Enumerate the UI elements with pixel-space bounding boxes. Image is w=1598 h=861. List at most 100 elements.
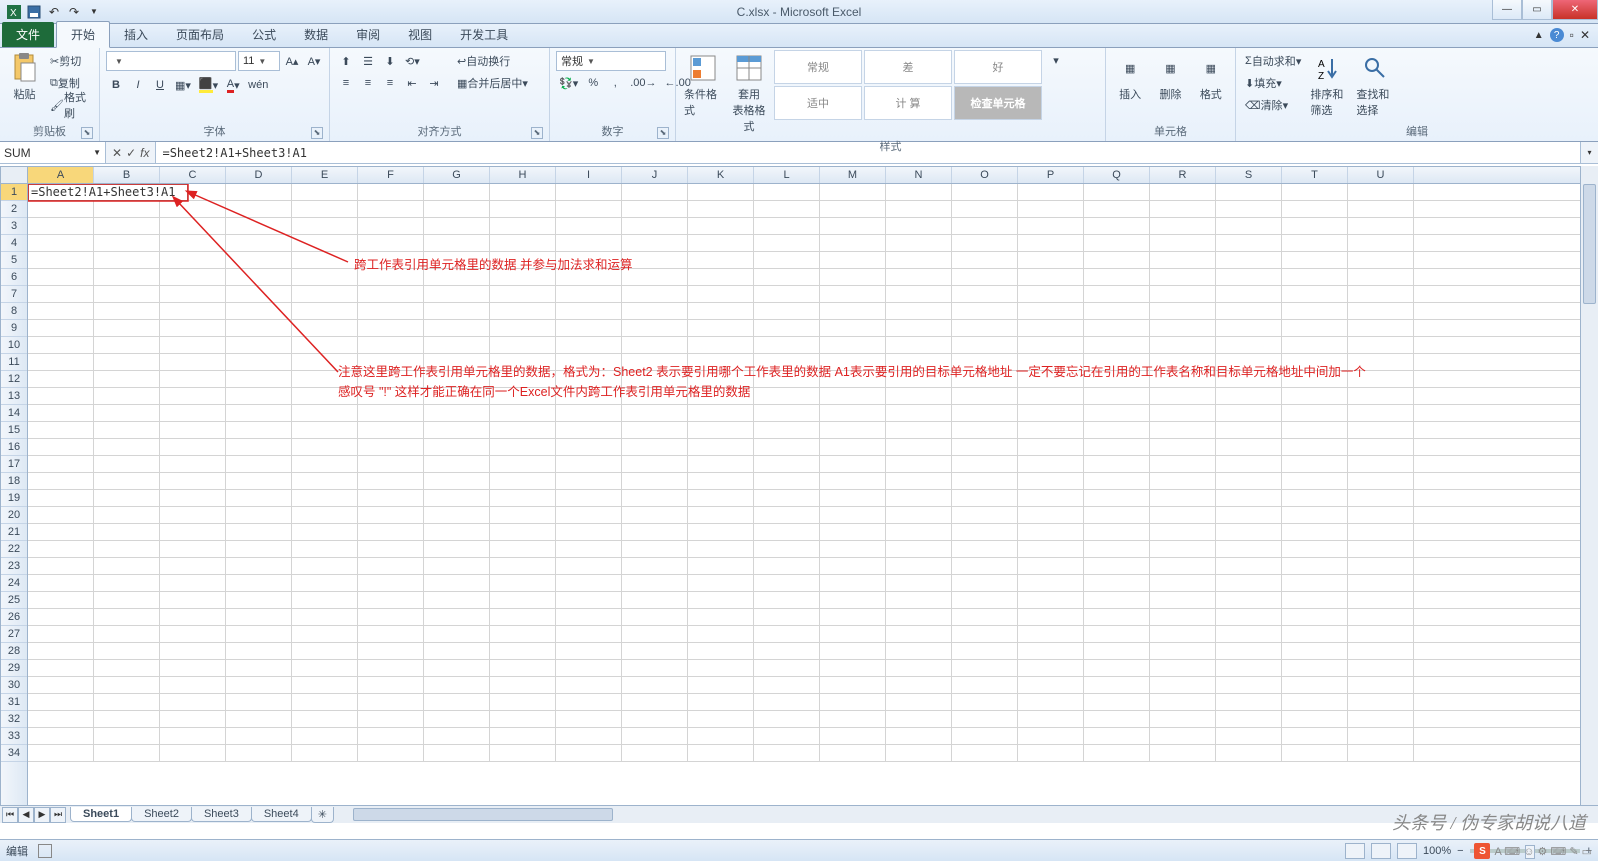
cell[interactable] (1348, 320, 1414, 336)
cell[interactable] (1150, 354, 1216, 370)
cell[interactable] (556, 490, 622, 506)
cell[interactable] (688, 728, 754, 744)
cell[interactable] (1216, 711, 1282, 727)
cell[interactable] (424, 728, 490, 744)
cell[interactable] (1018, 184, 1084, 200)
cell[interactable] (226, 728, 292, 744)
cell[interactable] (28, 541, 94, 557)
cell[interactable] (1348, 184, 1414, 200)
cell[interactable] (952, 269, 1018, 285)
cell[interactable] (622, 592, 688, 608)
cell[interactable] (490, 456, 556, 472)
cell[interactable] (1018, 507, 1084, 523)
cell[interactable] (754, 694, 820, 710)
cell[interactable] (1216, 201, 1282, 217)
cell[interactable] (1216, 235, 1282, 251)
tab-layout[interactable]: 页面布局 (162, 22, 238, 47)
tab-insert[interactable]: 插入 (110, 22, 162, 47)
cell[interactable] (358, 575, 424, 591)
cell[interactable] (424, 320, 490, 336)
cell[interactable] (1282, 609, 1348, 625)
cell[interactable] (1282, 337, 1348, 353)
cell[interactable] (28, 422, 94, 438)
cell[interactable] (688, 371, 754, 387)
cell[interactable] (688, 660, 754, 676)
cell[interactable] (754, 388, 820, 404)
cell[interactable] (754, 677, 820, 693)
cell[interactable] (556, 711, 622, 727)
cell[interactable] (1348, 490, 1414, 506)
cell[interactable] (1216, 558, 1282, 574)
cell[interactable] (1018, 252, 1084, 268)
cell[interactable] (820, 524, 886, 540)
cell[interactable] (1018, 473, 1084, 489)
cell[interactable] (28, 524, 94, 540)
cell[interactable] (490, 473, 556, 489)
cell[interactable] (820, 456, 886, 472)
cell[interactable] (754, 235, 820, 251)
cell[interactable] (424, 541, 490, 557)
cell[interactable] (424, 694, 490, 710)
column-header[interactable]: F (358, 167, 424, 183)
cell[interactable] (424, 405, 490, 421)
cell[interactable] (292, 609, 358, 625)
column-header[interactable]: O (952, 167, 1018, 183)
cell[interactable] (1084, 388, 1150, 404)
cell[interactable] (556, 184, 622, 200)
cell[interactable] (1348, 473, 1414, 489)
align-left-button[interactable]: ≡ (336, 73, 356, 93)
cell[interactable] (688, 677, 754, 693)
cell[interactable] (28, 405, 94, 421)
cell[interactable] (160, 201, 226, 217)
cell[interactable] (490, 354, 556, 370)
row-header[interactable]: 25 (1, 592, 27, 609)
cell[interactable] (820, 303, 886, 319)
cell[interactable] (1018, 388, 1084, 404)
cell[interactable] (622, 456, 688, 472)
cell[interactable] (556, 728, 622, 744)
cell[interactable] (160, 694, 226, 710)
cell[interactable] (1216, 609, 1282, 625)
cell[interactable] (952, 711, 1018, 727)
cell[interactable] (94, 694, 160, 710)
cell[interactable] (688, 269, 754, 285)
cell[interactable] (292, 592, 358, 608)
cell[interactable] (820, 677, 886, 693)
cell[interactable] (820, 694, 886, 710)
cell[interactable] (754, 252, 820, 268)
cell[interactable] (292, 558, 358, 574)
cell[interactable] (754, 609, 820, 625)
cell[interactable] (556, 507, 622, 523)
cell[interactable] (1282, 184, 1348, 200)
cell[interactable] (1084, 184, 1150, 200)
cell[interactable] (1150, 218, 1216, 234)
percent-button[interactable]: % (583, 73, 603, 93)
cell[interactable] (1282, 269, 1348, 285)
cell[interactable] (1084, 269, 1150, 285)
cell[interactable] (1084, 677, 1150, 693)
cell[interactable] (1348, 677, 1414, 693)
cell[interactable] (886, 694, 952, 710)
cell[interactable] (754, 439, 820, 455)
cell[interactable] (1150, 745, 1216, 761)
cell[interactable] (490, 711, 556, 727)
cell[interactable] (94, 728, 160, 744)
cell[interactable] (490, 388, 556, 404)
cell[interactable] (622, 490, 688, 506)
row-header[interactable]: 24 (1, 575, 27, 592)
cell[interactable] (292, 405, 358, 421)
cell[interactable] (424, 269, 490, 285)
cell[interactable] (688, 286, 754, 302)
cell[interactable] (820, 354, 886, 370)
row-header[interactable]: 16 (1, 439, 27, 456)
cell[interactable] (226, 354, 292, 370)
cell[interactable] (688, 184, 754, 200)
cell[interactable] (820, 626, 886, 642)
cell[interactable] (1084, 626, 1150, 642)
cell[interactable] (358, 660, 424, 676)
bold-button[interactable]: B (106, 75, 126, 95)
cell[interactable] (886, 728, 952, 744)
cell[interactable] (28, 558, 94, 574)
style-check[interactable]: 检查单元格 (954, 86, 1042, 120)
cell[interactable] (820, 388, 886, 404)
